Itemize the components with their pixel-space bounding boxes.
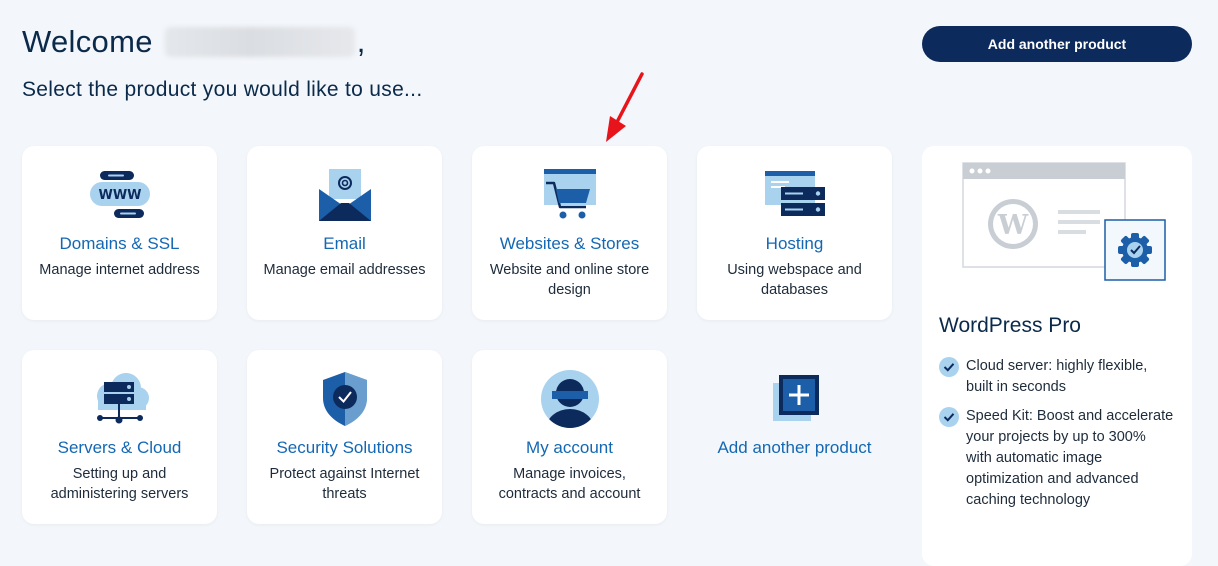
red-arrow-annotation [606, 72, 644, 142]
check-circle-icon [939, 357, 959, 377]
product-description: Website and online store design [489, 262, 650, 298]
user-icon [472, 368, 667, 430]
product-card-servers[interactable]: Servers & Cloud Setting up and administe… [22, 350, 217, 524]
www-icon: WWW [22, 164, 217, 226]
plus-icon [697, 368, 892, 430]
page-subtitle: Select the product you would like to use… [22, 78, 423, 101]
redacted-user-name [164, 27, 355, 57]
product-description: Manage internet address [39, 262, 200, 278]
product-card-security[interactable]: Security Solutions Protect against Inter… [247, 350, 442, 524]
product-title: Domains & SSL [59, 234, 180, 253]
email-icon [247, 164, 442, 226]
promo-feature: Speed Kit: Boost and accelerate your pro… [939, 406, 1175, 511]
product-title: My account [526, 438, 613, 457]
svg-text:WWW: WWW [98, 188, 141, 203]
product-card-websites[interactable]: Websites & Stores Website and online sto… [472, 146, 667, 320]
store-icon [472, 164, 667, 226]
welcome-text: Welcome [22, 24, 153, 59]
svg-text:W: W [997, 210, 1029, 241]
product-title: Add another product [717, 438, 872, 457]
product-card-domains[interactable]: WWW Domains & SSL Manage internet addres… [22, 146, 217, 320]
product-title: Security Solutions [276, 438, 413, 457]
product-card-my-account[interactable]: My account Manage invoices, contracts an… [472, 350, 667, 524]
product-title: Websites & Stores [499, 234, 640, 253]
add-another-product-tile[interactable]: Add another product [697, 350, 892, 524]
product-description: Using webspace and databases [727, 262, 862, 298]
wordpress-illustration: W [962, 162, 1166, 287]
promo-title: WordPress Pro [939, 314, 1081, 337]
wordpress-pro-promo-card[interactable]: W WordPress Pro Cloud server: highly fle… [922, 146, 1192, 566]
product-card-email[interactable]: Email Manage email addresses [247, 146, 442, 320]
product-title: Email [323, 234, 366, 253]
hosting-icon [697, 164, 892, 226]
product-title: Servers & Cloud [57, 438, 182, 457]
product-description: Protect against Internet threats [269, 466, 420, 502]
product-card-hosting[interactable]: Hosting Using webspace and databases [697, 146, 892, 320]
product-description: Manage email addresses [263, 262, 426, 278]
welcome-suffix: , [356, 24, 366, 59]
welcome-heading: Welcome , [22, 24, 366, 60]
promo-feature: Cloud server: highly flexible, built in … [939, 356, 1175, 398]
product-description: Setting up and administering servers [50, 466, 189, 502]
product-description: Manage invoices, contracts and account [498, 466, 641, 502]
product-title: Hosting [765, 234, 824, 253]
cloud-server-icon [22, 368, 217, 430]
add-another-product-button[interactable]: Add another product [922, 26, 1192, 62]
promo-feature-text: Speed Kit: Boost and accelerate your pro… [966, 408, 1174, 508]
shield-icon [247, 368, 442, 430]
promo-feature-text: Cloud server: highly flexible, built in … [966, 358, 1148, 395]
check-circle-icon [939, 407, 959, 427]
